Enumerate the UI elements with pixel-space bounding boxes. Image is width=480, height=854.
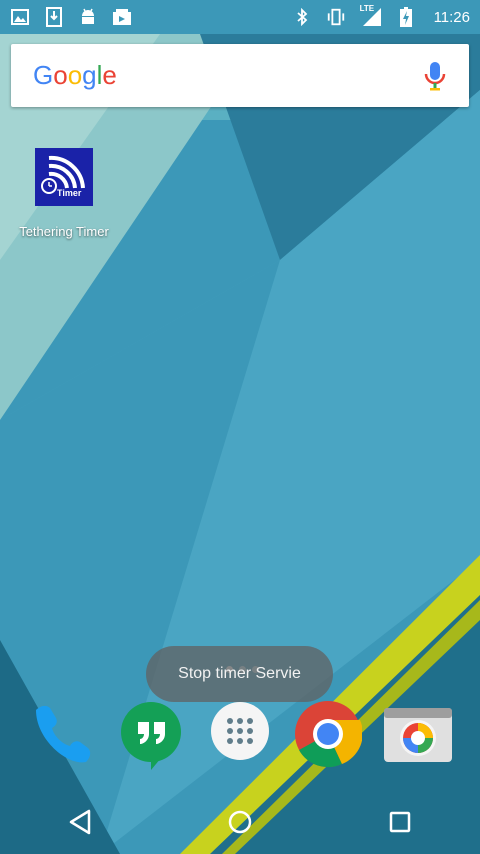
app-shortcut-tethering-timer[interactable]: Timer Tethering Timer <box>18 148 110 239</box>
dock <box>0 700 480 770</box>
phone-icon[interactable] <box>28 700 92 764</box>
app-icon-text: Timer <box>57 188 82 198</box>
recents-icon[interactable] <box>370 792 430 852</box>
toast-message: Stop timer Servie <box>146 646 333 702</box>
home-icon[interactable] <box>210 792 270 852</box>
google-search-bar[interactable]: Google <box>11 44 469 107</box>
photos-icon <box>112 7 132 27</box>
app-label: Tethering Timer <box>19 224 109 239</box>
status-bar: LTE 11:26 <box>0 0 480 34</box>
bluetooth-icon <box>292 7 312 27</box>
back-icon[interactable] <box>50 792 110 852</box>
vibrate-icon <box>326 7 346 27</box>
wifi-timer-icon: Timer <box>35 148 93 206</box>
clock: 11:26 <box>433 8 470 26</box>
google-logo: Google <box>33 60 117 90</box>
navigation-bar <box>0 790 480 854</box>
network-type-label: LTE <box>359 4 375 13</box>
hangouts-icon[interactable] <box>118 700 182 770</box>
mic-icon[interactable] <box>423 60 447 92</box>
signal-icon: LTE <box>359 4 382 27</box>
battery-charging-icon <box>396 7 416 27</box>
android-icon <box>78 7 98 27</box>
chrome-icon[interactable] <box>294 700 363 768</box>
camera-icon[interactable] <box>384 700 452 764</box>
app-drawer-icon[interactable] <box>209 700 273 764</box>
image-icon <box>10 7 30 27</box>
download-icon <box>44 7 64 27</box>
toast-text: Stop timer Servie <box>178 665 301 682</box>
